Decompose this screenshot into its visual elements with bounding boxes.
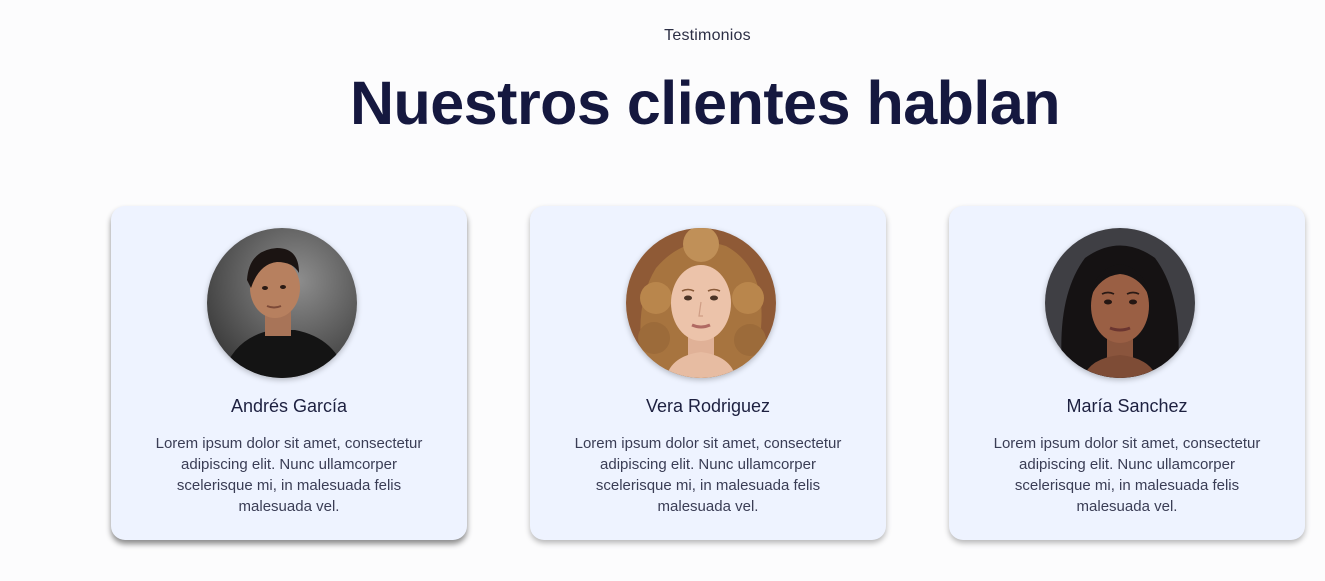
testimonial-card: Vera Rodriguez Lorem ipsum dolor sit ame… bbox=[530, 206, 886, 540]
avatar bbox=[1045, 228, 1195, 378]
avatar bbox=[626, 228, 776, 378]
woman-dark-hair-portrait-photo-icon bbox=[1045, 228, 1195, 378]
testimonial-text: Lorem ipsum dolor sit amet, consectetur … bbox=[574, 435, 842, 515]
testimonials-section: Testimonios Nuestros clientes hablan And… bbox=[0, 0, 1325, 581]
testimonial-text: Lorem ipsum dolor sit amet, consectetur … bbox=[155, 435, 423, 515]
testimonial-card: María Sanchez Lorem ipsum dolor sit amet… bbox=[949, 206, 1305, 540]
testimonial-card: Andrés García Lorem ipsum dolor sit amet… bbox=[111, 206, 467, 540]
testimonial-name: Vera Rodriguez bbox=[645, 396, 771, 416]
testimonial-text: Lorem ipsum dolor sit amet, consectetur … bbox=[993, 435, 1261, 515]
testimonial-name: Andrés García bbox=[230, 396, 348, 416]
section-title: Nuestros clientes hablan bbox=[349, 69, 1061, 137]
man-portrait-photo-icon bbox=[207, 228, 357, 378]
testimonial-name: María Sanchez bbox=[1066, 396, 1188, 416]
section-eyebrow: Testimonios bbox=[664, 27, 751, 44]
avatar bbox=[207, 228, 357, 378]
woman-curly-hair-portrait-photo-icon bbox=[626, 228, 776, 378]
